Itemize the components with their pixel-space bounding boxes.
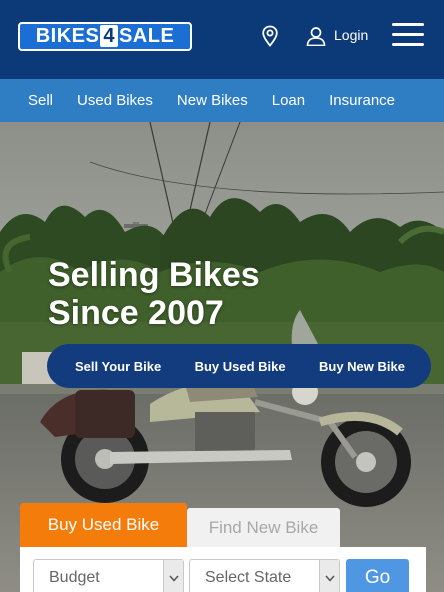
logo-word-bikes: BIKES — [35, 25, 100, 47]
nav-item-used-bikes[interactable]: Used Bikes — [77, 92, 153, 109]
search-panel: Budget Select State Go — [20, 547, 426, 592]
nav-item-sell[interactable]: Sell — [28, 92, 53, 109]
hero-headline: Selling Bikes Since 2007 — [48, 256, 260, 332]
logo-number-four: 4 — [100, 25, 118, 47]
buy-used-bike-button[interactable]: Buy Used Bike — [195, 359, 286, 374]
nav-item-loan[interactable]: Loan — [272, 92, 305, 109]
sell-your-bike-button[interactable]: Sell Your Bike — [75, 359, 161, 374]
user-icon[interactable] — [306, 26, 326, 46]
main-nav: Sell Used Bikes New Bikes Loan Insurance — [0, 79, 444, 122]
headline-line-1: Selling Bikes — [48, 256, 260, 294]
tab-buy-used-bike[interactable]: Buy Used Bike — [20, 503, 187, 547]
state-select-label: Select State — [205, 569, 292, 586]
hero-banner: Selling Bikes Since 2007 Sell Your Bike … — [0, 122, 444, 592]
go-button[interactable]: Go — [346, 559, 409, 592]
tab-find-new-bike[interactable]: Find New Bike — [187, 508, 340, 547]
chevron-down-icon — [163, 560, 183, 592]
headline-line-2: Since 2007 — [48, 294, 224, 332]
buy-new-bike-button[interactable]: Buy New Bike — [319, 359, 405, 374]
location-pin-icon[interactable] — [261, 25, 279, 47]
bikes4sale-logo[interactable]: BIKES 4 SALE — [18, 22, 192, 51]
hero-action-bar: Sell Your Bike Buy Used Bike Buy New Bik… — [47, 344, 431, 388]
logo-text: BIKES 4 SALE — [36, 25, 175, 48]
site-header: BIKES 4 SALE Login — [0, 0, 444, 79]
login-link[interactable]: Login — [334, 27, 368, 43]
logo-word-sale: SALE — [118, 25, 175, 47]
nav-item-insurance[interactable]: Insurance — [329, 92, 395, 109]
state-select[interactable]: Select State — [189, 559, 340, 592]
nav-item-new-bikes[interactable]: New Bikes — [177, 92, 248, 109]
chevron-down-icon — [319, 560, 339, 592]
budget-select[interactable]: Budget — [33, 559, 184, 592]
budget-select-label: Budget — [49, 569, 100, 586]
hamburger-menu-icon[interactable] — [392, 23, 424, 47]
